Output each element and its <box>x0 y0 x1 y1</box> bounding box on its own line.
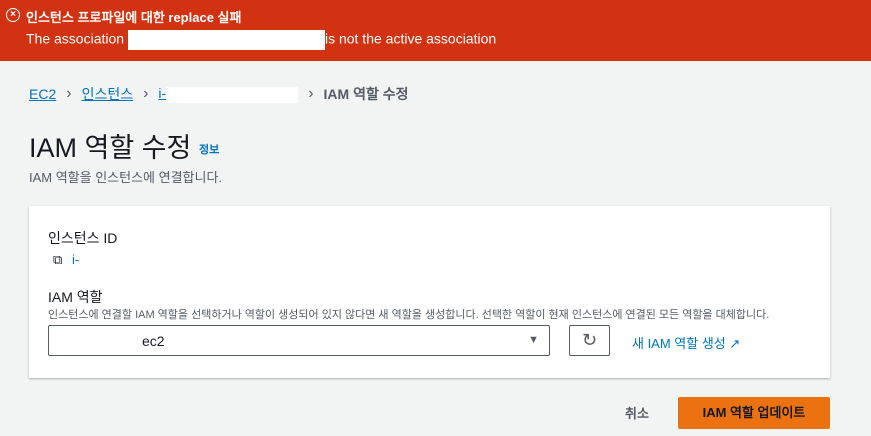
caret-down-icon: ▼ <box>528 334 539 346</box>
form-card: 인스턴스 ID ⧉ i- IAM 역할 인스턴스에 연결할 IAM 역할을 선택… <box>29 206 830 378</box>
page-title: IAM 역할 수정 <box>29 133 192 163</box>
breadcrumb-current: IAM 역할 수정 <box>323 86 409 102</box>
flash-message: The association is not the active associ… <box>26 30 496 50</box>
instance-id-label: 인스턴스 ID <box>48 230 118 246</box>
refresh-button[interactable]: ↻ <box>569 325 610 356</box>
breadcrumb: EC2 › 인스턴스 › i- › IAM 역할 수정 <box>29 84 409 104</box>
breadcrumb-ec2[interactable]: EC2 <box>29 86 56 102</box>
breadcrumb-instances[interactable]: 인스턴스 <box>82 84 134 104</box>
create-iam-role-link[interactable]: 새 IAM 역할 생성 ↗ <box>632 333 740 352</box>
flash-title: 인스턴스 프로파일에 대한 replace 실패 <box>26 10 242 25</box>
external-link-icon: ↗ <box>729 336 741 351</box>
iam-role-label: IAM 역할 <box>48 289 103 305</box>
chevron-right-icon: › <box>143 85 149 102</box>
chevron-right-icon: › <box>308 85 314 102</box>
error-flash: × 인스턴스 프로파일에 대한 replace 실패 The associati… <box>0 0 871 61</box>
chevron-right-icon: › <box>66 85 72 102</box>
update-iam-role-button[interactable]: IAM 역할 업데이트 <box>678 397 830 429</box>
breadcrumb-instance-id[interactable]: i- <box>158 85 299 103</box>
instance-id-value[interactable]: i- <box>72 252 79 267</box>
page-subtitle: IAM 역할을 인스턴스에 연결합니다. <box>29 170 223 185</box>
cancel-button[interactable]: 취소 <box>625 403 649 422</box>
copy-icon[interactable]: ⧉ <box>53 252 62 268</box>
iam-role-description: 인스턴스에 연결할 IAM 역할을 선택하거나 역할이 생성되어 있지 않다면 … <box>48 309 770 321</box>
iam-role-select[interactable]: ec2 ▼ <box>48 325 550 356</box>
info-link[interactable]: 정보 <box>199 141 219 157</box>
refresh-icon: ↻ <box>581 330 598 350</box>
error-circle-icon: × <box>6 8 20 22</box>
